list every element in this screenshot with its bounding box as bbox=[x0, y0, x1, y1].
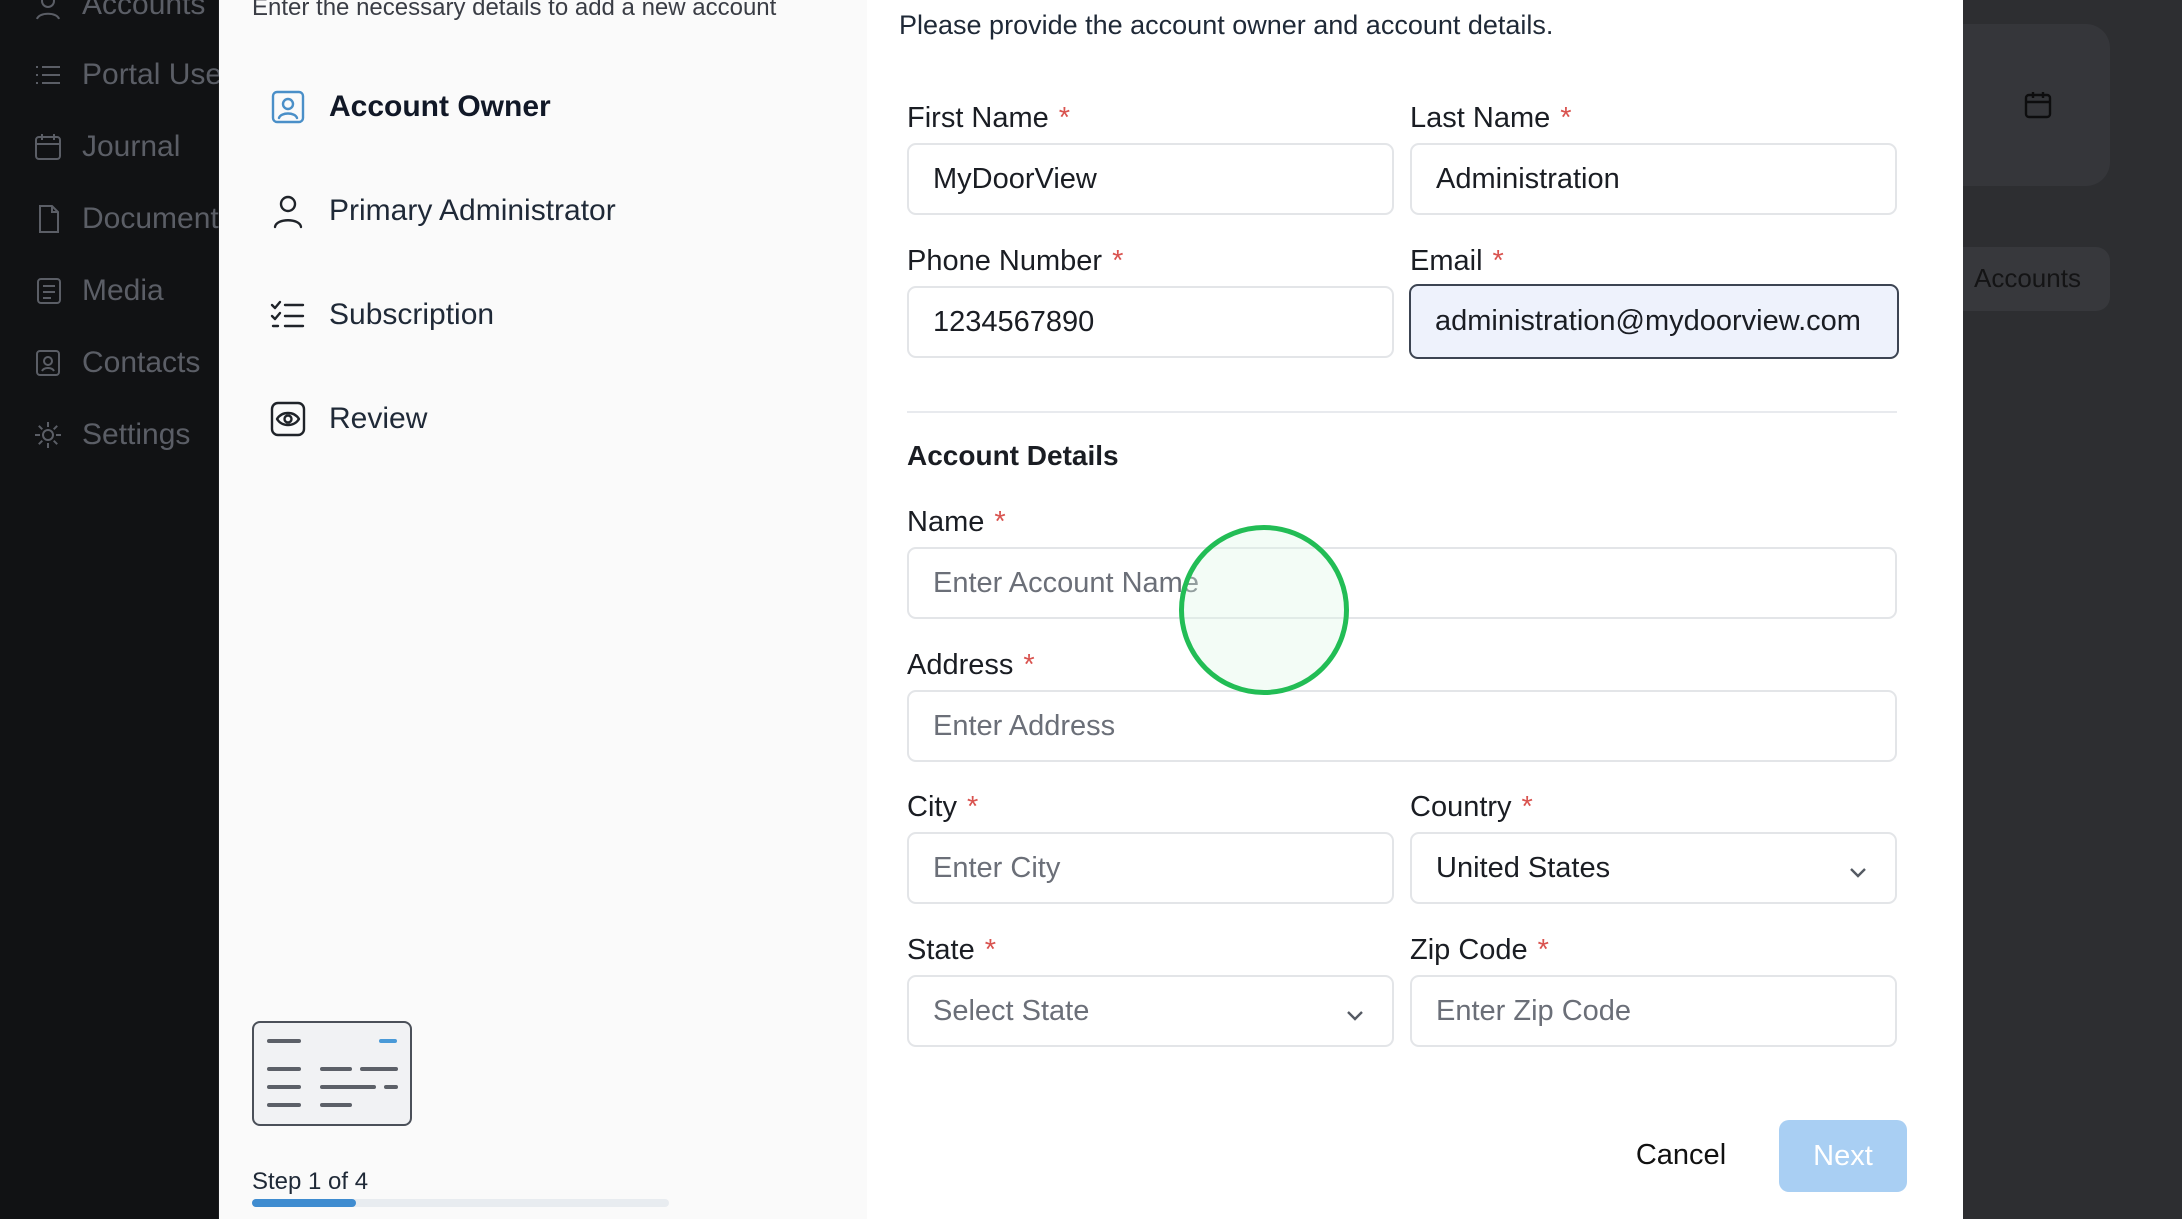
zip-code-input[interactable]: Enter Zip Code bbox=[1410, 975, 1897, 1047]
state-label: State * bbox=[907, 934, 997, 966]
eye-icon bbox=[269, 400, 307, 438]
last-name-label: Last Name * bbox=[1410, 102, 1572, 134]
required-marker: * bbox=[1560, 102, 1572, 134]
chevron-down-icon bbox=[1344, 1001, 1366, 1023]
required-marker: * bbox=[1492, 245, 1504, 277]
nav-item-portal-users[interactable]: Portal Users bbox=[32, 58, 247, 92]
step-subscription[interactable]: Subscription bbox=[269, 296, 494, 334]
zip-code-label: Zip Code * bbox=[1410, 934, 1549, 966]
document-icon bbox=[39, 205, 59, 233]
step-label: Review bbox=[329, 402, 428, 435]
country-select-value: United States bbox=[1436, 851, 1611, 884]
section-divider bbox=[907, 411, 1897, 413]
required-marker: * bbox=[966, 791, 979, 823]
cancel-button[interactable]: Cancel bbox=[1617, 1125, 1745, 1185]
user-circle-icon bbox=[36, 0, 60, 20]
nav-item-contacts[interactable]: Contacts bbox=[32, 346, 200, 380]
step-count: Step 1 of 4 bbox=[252, 1168, 369, 1195]
phone-number-label: Phone Number * bbox=[907, 245, 1124, 277]
required-marker: * bbox=[1537, 934, 1549, 966]
account-name-label: Name * bbox=[907, 506, 1006, 538]
state-select-placeholder: Select State bbox=[933, 994, 1090, 1027]
calendar-icon bbox=[35, 134, 61, 160]
step-label: Account Owner bbox=[329, 90, 551, 123]
nav-item-media[interactable]: Media bbox=[32, 274, 164, 308]
contact-icon bbox=[36, 350, 60, 376]
country-label: Country * bbox=[1410, 791, 1533, 823]
address-input[interactable]: Enter Address bbox=[907, 690, 1897, 762]
chevron-down-icon bbox=[1847, 858, 1869, 880]
required-marker: * bbox=[994, 506, 1006, 538]
last-name-input[interactable]: Administration bbox=[1410, 143, 1897, 215]
first-name-input[interactable]: MyDoorView bbox=[907, 143, 1394, 215]
step-review[interactable]: Review bbox=[269, 400, 427, 438]
nav-item-documents[interactable]: Documents bbox=[32, 202, 234, 236]
gear-icon bbox=[35, 422, 61, 448]
nav-item-settings[interactable]: Settings bbox=[32, 418, 190, 452]
phone-number-input[interactable]: 1234567890 bbox=[907, 286, 1394, 358]
media-icon bbox=[37, 278, 61, 304]
city-input[interactable]: Enter City bbox=[907, 832, 1394, 904]
first-name-label: First Name * bbox=[907, 102, 1071, 134]
add-account-modal: Enter the necessary details to add a new… bbox=[219, 0, 1963, 1219]
background-accounts-pill[interactable]: Accounts bbox=[1962, 247, 2110, 311]
required-marker: * bbox=[1112, 245, 1124, 277]
next-button[interactable]: Next bbox=[1779, 1120, 1907, 1192]
nav-item-journal[interactable]: Journal bbox=[32, 130, 180, 164]
stepper-subtitle: Enter the necessary details to add a new… bbox=[252, 0, 777, 21]
required-marker: * bbox=[1058, 102, 1071, 134]
step-account-owner[interactable]: Account Owner bbox=[269, 88, 551, 126]
account-name-input[interactable]: Enter Account Name bbox=[907, 547, 1897, 619]
state-select[interactable]: Select State bbox=[907, 975, 1394, 1047]
required-marker: * bbox=[984, 934, 997, 966]
account-details-title: Account Details bbox=[907, 440, 1119, 471]
account-owner-icon bbox=[269, 88, 307, 126]
stepper-panel: Enter the necessary details to add a new… bbox=[219, 0, 867, 1219]
list-icon bbox=[36, 66, 60, 84]
email-label: Email * bbox=[1410, 245, 1504, 277]
background-sidebar: Accounts Portal Users Journal Documents … bbox=[0, 0, 247, 1219]
nav-item-accounts[interactable]: Accounts bbox=[32, 0, 205, 22]
form-illustration bbox=[252, 1021, 412, 1126]
form-description: Please provide the account owner and acc… bbox=[899, 10, 1554, 40]
click-indicator bbox=[1179, 525, 1349, 695]
required-marker: * bbox=[1023, 649, 1035, 681]
step-progress-fill bbox=[252, 1199, 357, 1207]
checklist-icon bbox=[269, 296, 307, 334]
required-marker: * bbox=[1521, 791, 1533, 823]
step-primary-administrator[interactable]: Primary Administrator bbox=[269, 192, 616, 230]
step-label: Primary Administrator bbox=[329, 194, 616, 227]
email-input[interactable]: administration@mydoorview.com bbox=[1409, 284, 1899, 359]
city-label: City * bbox=[907, 791, 979, 823]
address-label: Address * bbox=[907, 649, 1035, 681]
person-icon bbox=[269, 192, 307, 230]
step-progress-bar bbox=[252, 1199, 669, 1207]
country-select[interactable]: United States bbox=[1410, 832, 1897, 904]
calendar-icon[interactable] bbox=[2023, 90, 2053, 120]
step-label: Subscription bbox=[329, 298, 495, 331]
